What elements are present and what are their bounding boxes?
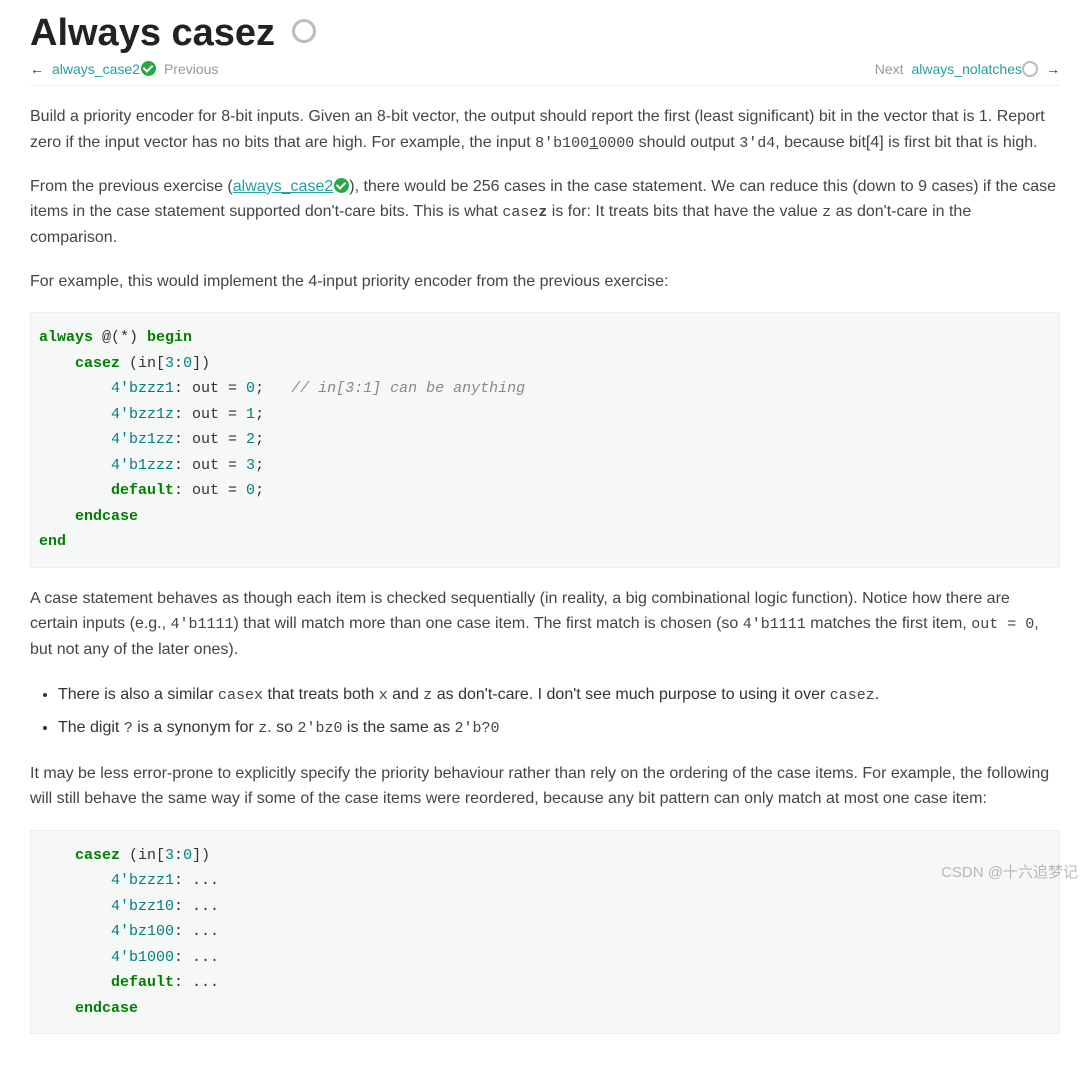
- next-link[interactable]: always_nolatches: [911, 61, 1038, 77]
- nav-bar: ← always_case2 Previous Next always_nola…: [30, 61, 1060, 86]
- paragraph-2: From the previous exercise (always_case2…: [30, 174, 1060, 251]
- nav-prev-group: ← always_case2 Previous: [30, 61, 218, 77]
- code-block-1: always @(*) begin casez (in[3:0]) 4'bzzz…: [30, 312, 1060, 568]
- status-circle-icon: [292, 10, 316, 53]
- page-title: Always casez: [30, 10, 1060, 55]
- list-item: The digit ? is a synonym for z. so 2'bz0…: [58, 714, 1060, 743]
- check-icon: [334, 178, 349, 193]
- check-icon: [141, 61, 156, 76]
- inline-link-always-case2[interactable]: always_case2: [233, 178, 350, 195]
- circle-icon: [1022, 61, 1038, 77]
- paragraph-4: A case statement behaves as though each …: [30, 586, 1060, 663]
- prev-label: Previous: [164, 61, 218, 77]
- next-label: Next: [875, 61, 904, 77]
- arrow-right-icon[interactable]: →: [1046, 61, 1060, 77]
- prev-link[interactable]: always_case2: [52, 61, 156, 77]
- bullet-list: There is also a similar casex that treat…: [30, 681, 1060, 743]
- paragraph-3: For example, this would implement the 4-…: [30, 269, 1060, 295]
- paragraph-1: Build a priority encoder for 8-bit input…: [30, 104, 1060, 156]
- nav-next-group: Next always_nolatches →: [875, 61, 1060, 77]
- watermark: CSDN @十六追梦记: [941, 861, 1078, 882]
- title-text: Always casez: [30, 12, 275, 54]
- arrow-left-icon[interactable]: ←: [30, 61, 44, 77]
- list-item: There is also a similar casex that treat…: [58, 681, 1060, 710]
- code-block-2: casez (in[3:0]) 4'bzzz1: ... 4'bzz10: ..…: [30, 830, 1060, 1035]
- paragraph-5: It may be less error-prone to explicitly…: [30, 761, 1060, 812]
